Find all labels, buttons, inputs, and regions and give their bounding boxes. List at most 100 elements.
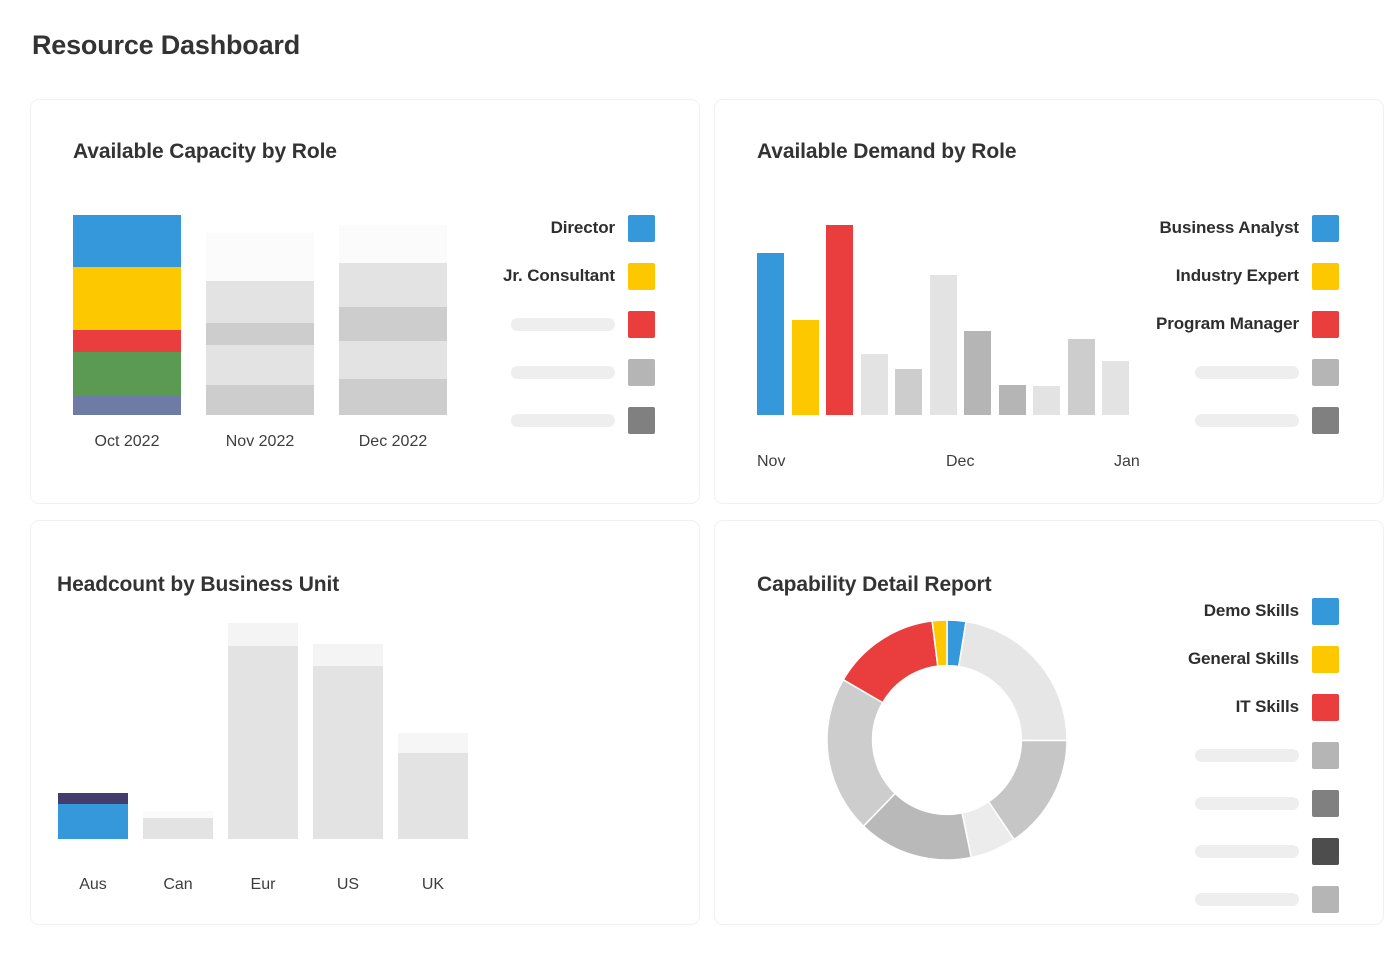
bar-column[interactable] <box>930 275 957 415</box>
legend-row[interactable] <box>1188 827 1339 875</box>
stacked-bar-segment[interactable] <box>206 385 314 415</box>
capacity-chart-plot <box>73 215 463 415</box>
legend-swatch[interactable] <box>1312 646 1339 673</box>
legend-swatch[interactable] <box>628 215 655 242</box>
legend-row[interactable] <box>1188 779 1339 827</box>
stacked-bar-segment[interactable] <box>58 793 128 804</box>
bar-column[interactable] <box>1033 386 1060 415</box>
bar-column[interactable] <box>1102 361 1129 415</box>
stacked-bar-eur[interactable] <box>228 623 298 839</box>
page-title: Resource Dashboard <box>32 30 1372 61</box>
legend-row[interactable]: Industry Expert <box>1156 252 1339 300</box>
stacked-bar-dec-2022[interactable] <box>339 225 447 415</box>
legend-swatch[interactable] <box>628 359 655 386</box>
bar-column[interactable] <box>826 225 853 415</box>
card-title: Available Demand by Role <box>757 140 1016 164</box>
stacked-bar-segment[interactable] <box>398 753 468 839</box>
stacked-bar-segment[interactable] <box>313 644 383 665</box>
legend-swatch[interactable] <box>1312 215 1339 242</box>
stacked-bar-segment[interactable] <box>58 804 128 839</box>
stacked-bar-segment[interactable] <box>206 281 314 323</box>
stacked-bar-segment[interactable] <box>73 396 181 415</box>
legend-row[interactable]: Jr. Consultant <box>503 252 655 300</box>
card-capability-detail-report[interactable]: Capability Detail Report Demo Skills Gene… <box>714 520 1384 925</box>
stacked-bar-segment[interactable] <box>143 818 213 839</box>
stacked-bar-oct-2022[interactable] <box>73 215 181 415</box>
stacked-bar-segment[interactable] <box>73 215 181 267</box>
bar-column[interactable] <box>861 354 888 415</box>
stacked-bar-segment[interactable] <box>398 733 468 753</box>
stacked-bar-segment[interactable] <box>339 379 447 415</box>
capability-chart-legend[interactable]: Demo Skills General Skills IT Skills <box>1188 587 1339 923</box>
legend-label: IT Skills <box>1236 697 1299 717</box>
stacked-bar-segment[interactable] <box>339 263 447 307</box>
legend-swatch[interactable] <box>628 407 655 434</box>
legend-row[interactable] <box>503 300 655 348</box>
legend-row[interactable] <box>1156 348 1339 396</box>
bar-column[interactable] <box>964 331 991 415</box>
axis-tick-label: Can <box>143 876 213 894</box>
bar-column[interactable] <box>792 320 819 415</box>
stacked-bar-segment[interactable] <box>73 352 181 396</box>
legend-row[interactable] <box>1188 875 1339 923</box>
legend-swatch[interactable] <box>1312 263 1339 290</box>
legend-swatch[interactable] <box>1312 886 1339 913</box>
stacked-bar-segment[interactable] <box>206 345 314 385</box>
bar-column[interactable] <box>895 369 922 415</box>
legend-row[interactable]: Director <box>503 204 655 252</box>
legend-swatch[interactable] <box>1312 407 1339 434</box>
stacked-bar-nov-2022[interactable] <box>206 233 314 415</box>
legend-swatch[interactable] <box>628 311 655 338</box>
donut-segment[interactable] <box>959 622 1067 741</box>
dashboard-grid: Available Capacity by Role Oct 2022Nov 2… <box>30 99 1372 925</box>
legend-swatch[interactable] <box>1312 790 1339 817</box>
legend-row[interactable]: Demo Skills <box>1188 587 1339 635</box>
card-title: Capability Detail Report <box>757 573 991 597</box>
card-headcount-by-business-unit[interactable]: Headcount by Business Unit AusCanEurUSUK… <box>30 520 700 925</box>
stacked-bar-segment[interactable] <box>313 666 383 839</box>
stacked-bar-segment[interactable] <box>206 233 314 281</box>
legend-row[interactable]: IT Skills <box>1188 683 1339 731</box>
bar-column[interactable] <box>999 385 1026 415</box>
card-available-demand-by-role[interactable]: Available Demand by Role NovDecJan Busin… <box>714 99 1384 504</box>
legend-swatch[interactable] <box>1312 598 1339 625</box>
stacked-bar-segment[interactable] <box>339 225 447 263</box>
legend-row[interactable] <box>503 396 655 444</box>
legend-row[interactable] <box>503 348 655 396</box>
legend-swatch[interactable] <box>1312 742 1339 769</box>
bar-column[interactable] <box>757 253 784 415</box>
capability-donut-chart[interactable] <box>823 616 1071 864</box>
stacked-bar-segment[interactable] <box>228 623 298 647</box>
stacked-bar-segment[interactable] <box>73 330 181 352</box>
stacked-bar-segment[interactable] <box>206 323 314 345</box>
stacked-bar-segment[interactable] <box>73 267 181 330</box>
stacked-bar-can[interactable] <box>143 811 213 839</box>
legend-row[interactable]: General Skills <box>1188 635 1339 683</box>
legend-swatch[interactable] <box>628 263 655 290</box>
legend-swatch[interactable] <box>1312 694 1339 721</box>
legend-label: General Skills <box>1188 649 1299 669</box>
legend-swatch[interactable] <box>1312 311 1339 338</box>
legend-swatch[interactable] <box>1312 838 1339 865</box>
legend-label-placeholder <box>1195 414 1299 427</box>
card-available-capacity-by-role[interactable]: Available Capacity by Role Oct 2022Nov 2… <box>30 99 700 504</box>
demand-chart-plot <box>757 215 1137 415</box>
stacked-bar-uk[interactable] <box>398 733 468 839</box>
legend-row[interactable]: Program Manager <box>1156 300 1339 348</box>
legend-row[interactable]: Business Analyst <box>1156 204 1339 252</box>
legend-swatch[interactable] <box>1312 359 1339 386</box>
stacked-bar-segment[interactable] <box>339 307 447 341</box>
bar-column[interactable] <box>1068 339 1095 415</box>
stacked-bar-segment[interactable] <box>228 646 298 839</box>
stacked-bar-segment[interactable] <box>339 341 447 379</box>
legend-label-placeholder <box>1195 749 1299 762</box>
axis-tick-label: Dec 2022 <box>339 433 447 451</box>
capacity-chart-legend[interactable]: DirectorJr. Consultant <box>503 204 655 444</box>
stacked-bar-aus[interactable] <box>58 793 128 839</box>
demand-chart-legend[interactable]: Business AnalystIndustry ExpertProgram M… <box>1156 204 1339 444</box>
legend-row[interactable] <box>1188 731 1339 779</box>
axis-tick-label: US <box>313 876 383 894</box>
legend-row[interactable] <box>1156 396 1339 444</box>
donut-segment[interactable] <box>827 680 895 826</box>
stacked-bar-us[interactable] <box>313 644 383 839</box>
